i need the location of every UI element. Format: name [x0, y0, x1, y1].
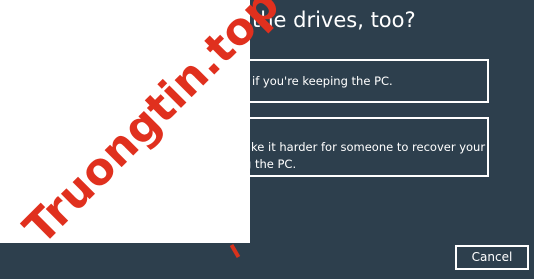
option-description-line2: g the PC. [244, 157, 297, 171]
watermark-panel: Truongtin.top [0, 0, 289, 254]
reset-pc-dialog: the drives, too? if you're keeping the P… [0, 0, 534, 279]
option-clean-drive[interactable]: ake it harder for someone to recover you… [220, 117, 489, 177]
cancel-button[interactable]: Cancel [455, 245, 529, 270]
watermark-logo: Truongtin.top [14, 0, 290, 255]
option-description-line1: ake it harder for someone to recover you… [244, 140, 486, 154]
option-just-remove-files[interactable]: if you're keeping the PC. [220, 59, 489, 103]
option-description: if you're keeping the PC. [252, 74, 393, 88]
watermark-fragment [229, 243, 241, 259]
